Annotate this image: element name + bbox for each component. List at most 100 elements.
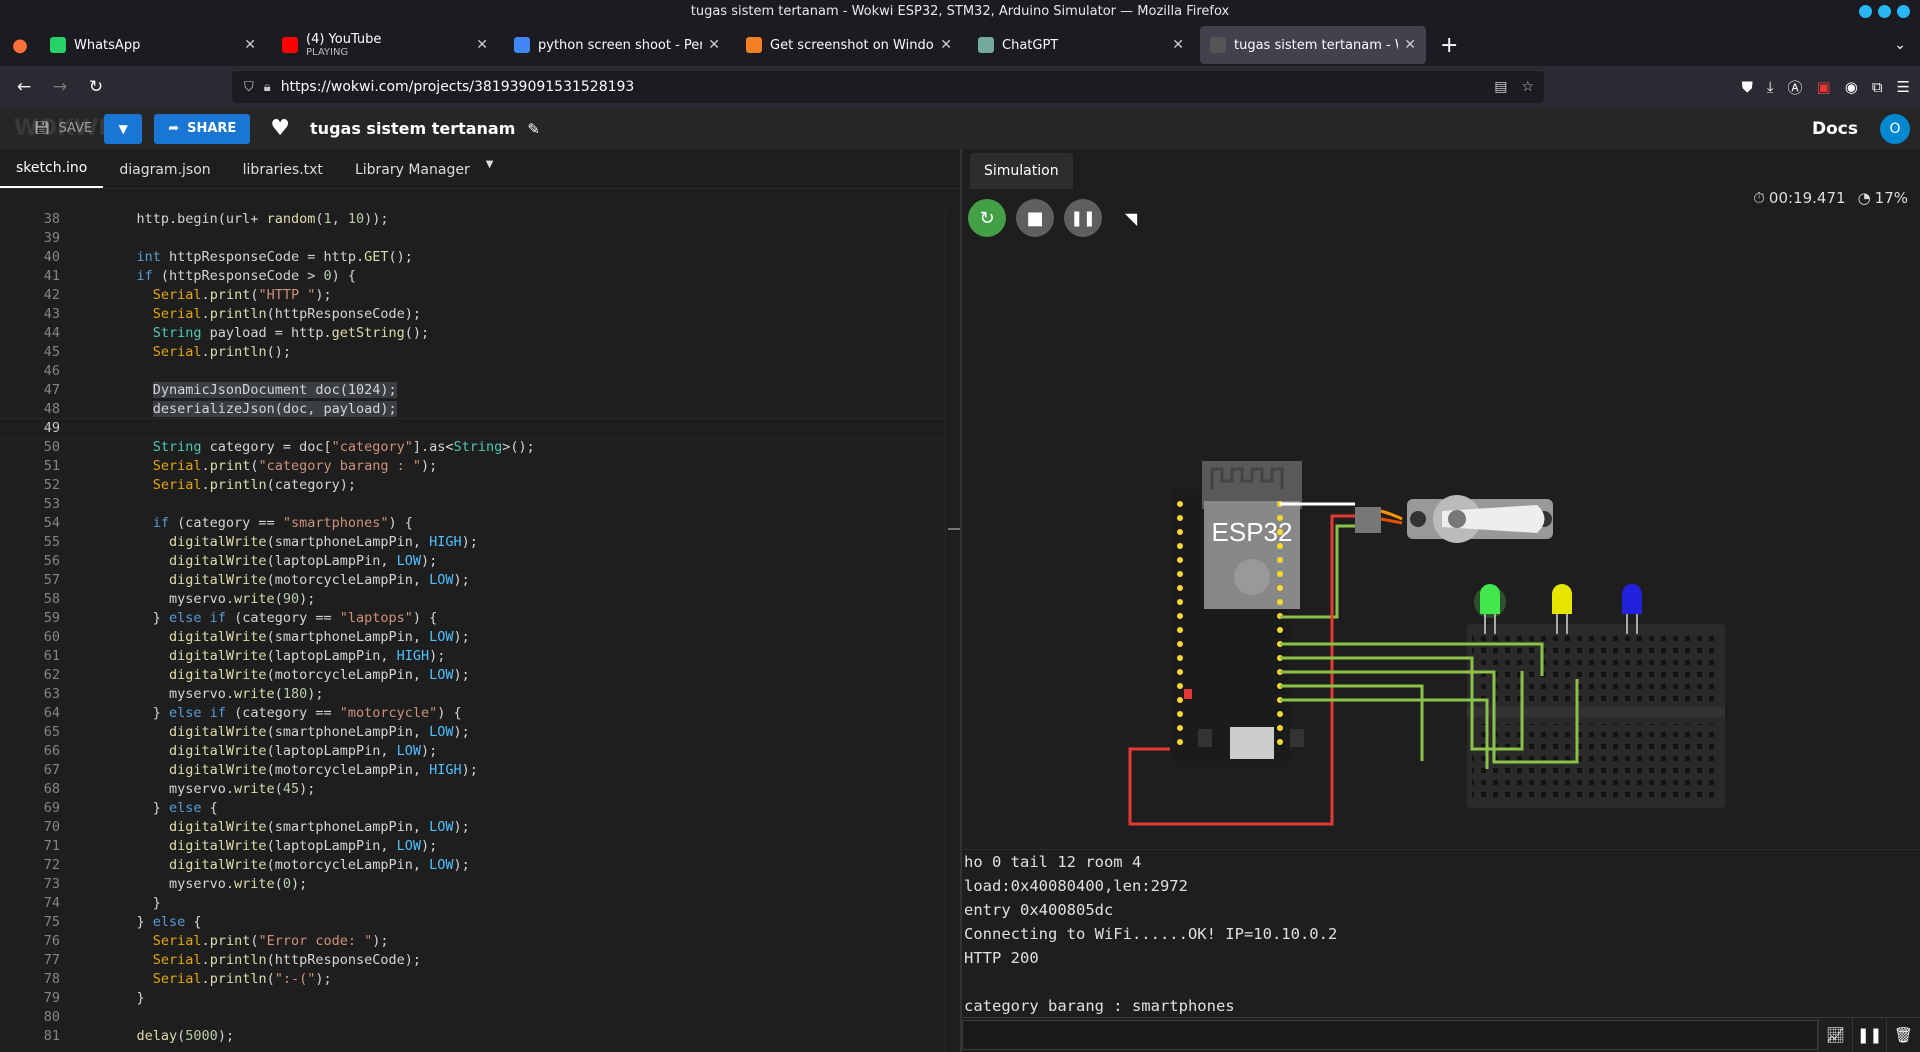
en-button[interactable] bbox=[1198, 729, 1212, 747]
code-line[interactable]: 79 } bbox=[0, 989, 945, 1008]
code-line[interactable]: 39 bbox=[0, 229, 945, 248]
code-line[interactable]: 68 myservo.write(45); bbox=[0, 780, 945, 799]
close-window-button[interactable] bbox=[1897, 5, 1910, 18]
code-line[interactable]: 45 Serial.println(); bbox=[0, 343, 945, 362]
browser-tab[interactable]: ChatGPT ✕ bbox=[968, 26, 1194, 64]
serial-input[interactable] bbox=[962, 1020, 1818, 1050]
pencil-icon[interactable]: ✎ bbox=[527, 120, 540, 138]
new-tab-button[interactable]: + bbox=[1440, 33, 1458, 58]
code-editor[interactable]: 38 http.begin(url+ random(1, 10)); 39 40 i… bbox=[0, 210, 945, 1052]
maximize-button[interactable] bbox=[1878, 5, 1891, 18]
code-line[interactable]: 61 digitalWrite(laptopLampPin, HIGH); bbox=[0, 647, 945, 666]
extensions-puzzle-icon[interactable]: ⧉ bbox=[1872, 78, 1883, 96]
close-tab-icon[interactable]: ✕ bbox=[244, 37, 256, 53]
browser-tab[interactable]: WhatsApp ✕ bbox=[40, 26, 266, 64]
code-line[interactable]: 53 bbox=[0, 495, 945, 514]
code-line[interactable]: 78 Serial.println(":-("); bbox=[0, 970, 945, 989]
browser-tab[interactable]: python screen shoot - Pen ✕ bbox=[504, 26, 730, 64]
forward-button[interactable]: → bbox=[42, 77, 78, 97]
code-line[interactable]: 62 digitalWrite(motorcycleLampPin, LOW); bbox=[0, 666, 945, 685]
browser-tab[interactable]: (4) YouTube PLAYING ✕ bbox=[272, 26, 498, 64]
avatar[interactable]: O bbox=[1880, 113, 1910, 144]
plotter-chart-icon[interactable]: 📈︎ bbox=[1818, 1018, 1852, 1052]
code-line[interactable]: 60 digitalWrite(smartphoneLampPin, LOW); bbox=[0, 628, 945, 647]
tab-libraries-txt[interactable]: libraries.txt bbox=[227, 162, 339, 188]
browser-tab[interactable]: Get screenshot on Window ✕ bbox=[736, 26, 962, 64]
share-button[interactable]: ➦ SHARE bbox=[154, 113, 251, 144]
code-line[interactable]: 50 String category = doc["category"].as<… bbox=[0, 438, 945, 457]
editor-scrollbar[interactable] bbox=[945, 210, 960, 1052]
boot-button[interactable] bbox=[1290, 729, 1304, 747]
account-icon[interactable]: Ⓐ bbox=[1788, 77, 1803, 98]
tab-diagram-json[interactable]: diagram.json bbox=[103, 162, 226, 188]
downloads-icon[interactable]: ⤓ bbox=[1767, 78, 1774, 96]
clear-trash-icon[interactable]: 🗑︎ bbox=[1886, 1018, 1920, 1052]
code-line[interactable]: 41 if (httpResponseCode > 0) { bbox=[0, 267, 945, 286]
code-line[interactable]: 54 if (category == "smartphones") { bbox=[0, 514, 945, 533]
close-tab-icon[interactable]: ✕ bbox=[476, 37, 488, 53]
code-line[interactable]: 67 digitalWrite(motorcycleLampPin, HIGH)… bbox=[0, 761, 945, 780]
shield-icon[interactable]: ⛉ bbox=[244, 80, 254, 95]
code-line[interactable]: 42 Serial.print("HTTP "); bbox=[0, 286, 945, 305]
code-line[interactable]: 77 Serial.println(httpResponseCode); bbox=[0, 951, 945, 970]
simulation-canvas[interactable]: ↻ ■ ❚❚ ◥ ⏱︎ 00:19.471 ◔ 17% ESP32 bbox=[962, 189, 1920, 849]
extension-icon[interactable]: ◉ bbox=[1845, 78, 1858, 96]
code-line[interactable]: 57 digitalWrite(motorcycleLampPin, LOW); bbox=[0, 571, 945, 590]
tab-library-manager[interactable]: Library Manager bbox=[339, 162, 486, 188]
tabs-dropdown-icon[interactable]: ▼ bbox=[486, 159, 494, 188]
code-line[interactable]: 43 Serial.println(httpResponseCode); bbox=[0, 305, 945, 324]
code-line[interactable]: 58 myservo.write(90); bbox=[0, 590, 945, 609]
tab-sketch-ino[interactable]: sketch.ino bbox=[0, 160, 104, 188]
code-line[interactable]: 73 myservo.write(0); bbox=[0, 875, 945, 894]
minimize-button[interactable] bbox=[1859, 5, 1872, 18]
code-line[interactable]: 69 } else { bbox=[0, 799, 945, 818]
browser-tab[interactable]: tugas sistem tertanam - W ✕ bbox=[1200, 26, 1426, 64]
save-dropdown-button[interactable]: ▼ bbox=[104, 113, 143, 144]
code-line[interactable]: 51 Serial.print("category barang : "); bbox=[0, 457, 945, 476]
code-line[interactable]: 44 String payload = http.getString(); bbox=[0, 324, 945, 343]
code-line[interactable]: 55 digitalWrite(smartphoneLampPin, HIGH)… bbox=[0, 533, 945, 552]
code-line[interactable]: 65 digitalWrite(smartphoneLampPin, LOW); bbox=[0, 723, 945, 742]
hamburger-menu-icon[interactable]: ☰ bbox=[1897, 78, 1910, 96]
code-line[interactable]: 59 } else if (category == "laptops") { bbox=[0, 609, 945, 628]
code-line[interactable]: 46 bbox=[0, 362, 945, 381]
code-line[interactable]: 76 Serial.print("Error code: "); bbox=[0, 932, 945, 951]
code-line[interactable]: 40 int httpResponseCode = http.GET(); bbox=[0, 248, 945, 267]
code-line[interactable]: 52 Serial.println(category); bbox=[0, 476, 945, 495]
firefox-menu-icon[interactable]: ● bbox=[0, 35, 40, 56]
heart-icon[interactable]: ♥ bbox=[270, 116, 290, 141]
lock-icon[interactable]: 🔒︎ bbox=[264, 80, 271, 95]
code-line[interactable]: 72 digitalWrite(motorcycleLampPin, LOW); bbox=[0, 856, 945, 875]
code-line[interactable]: 38 http.begin(url+ random(1, 10)); bbox=[0, 210, 945, 229]
code-line[interactable]: 56 digitalWrite(laptopLampPin, LOW); bbox=[0, 552, 945, 571]
reader-view-icon[interactable]: ▤ bbox=[1494, 79, 1507, 95]
code-line[interactable]: 74 } bbox=[0, 894, 945, 913]
code-line[interactable]: 75 } else { bbox=[0, 913, 945, 932]
code-line[interactable]: 63 myservo.write(180); bbox=[0, 685, 945, 704]
url-bar[interactable]: ⛉ 🔒︎ https://wokwi.com/projects/38193909… bbox=[232, 71, 1544, 103]
save-button[interactable]: 💾︎ SAVE bbox=[34, 121, 92, 136]
pocket-icon[interactable]: ⛊ bbox=[1742, 78, 1753, 96]
extension-badge-icon[interactable]: ▣ bbox=[1817, 78, 1831, 96]
code-line[interactable]: 49 bbox=[0, 418, 945, 439]
bookmark-star-icon[interactable]: ☆ bbox=[1521, 79, 1534, 95]
close-tab-icon[interactable]: ✕ bbox=[1172, 37, 1184, 53]
code-line[interactable]: 64 } else if (category == "motorcycle") … bbox=[0, 704, 945, 723]
docs-link[interactable]: Docs bbox=[1812, 119, 1858, 139]
code-line[interactable]: 48 deserializeJson(doc, payload); bbox=[0, 400, 945, 419]
reload-button[interactable]: ↻ bbox=[78, 77, 114, 97]
project-title[interactable]: tugas sistem tertanam bbox=[310, 119, 515, 138]
code-line[interactable]: 47 DynamicJsonDocument doc(1024); bbox=[0, 381, 945, 400]
tab-list-chevron-icon[interactable]: ⌄ bbox=[1894, 37, 1906, 53]
url-text[interactable]: https://wokwi.com/projects/3819390915315… bbox=[281, 79, 635, 95]
code-line[interactable]: 70 digitalWrite(smartphoneLampPin, LOW); bbox=[0, 818, 945, 837]
close-tab-icon[interactable]: ✕ bbox=[1404, 37, 1416, 53]
code-line[interactable]: 80 bbox=[0, 1008, 945, 1027]
close-tab-icon[interactable]: ✕ bbox=[940, 37, 952, 53]
code-line[interactable]: 81 delay(5000); bbox=[0, 1027, 945, 1046]
code-line[interactable]: 71 digitalWrite(laptopLampPin, LOW); bbox=[0, 837, 945, 856]
close-tab-icon[interactable]: ✕ bbox=[708, 37, 720, 53]
tab-simulation[interactable]: Simulation bbox=[970, 153, 1073, 189]
code-line[interactable]: 66 digitalWrite(laptopLampPin, LOW); bbox=[0, 742, 945, 761]
back-button[interactable]: ← bbox=[6, 77, 42, 97]
